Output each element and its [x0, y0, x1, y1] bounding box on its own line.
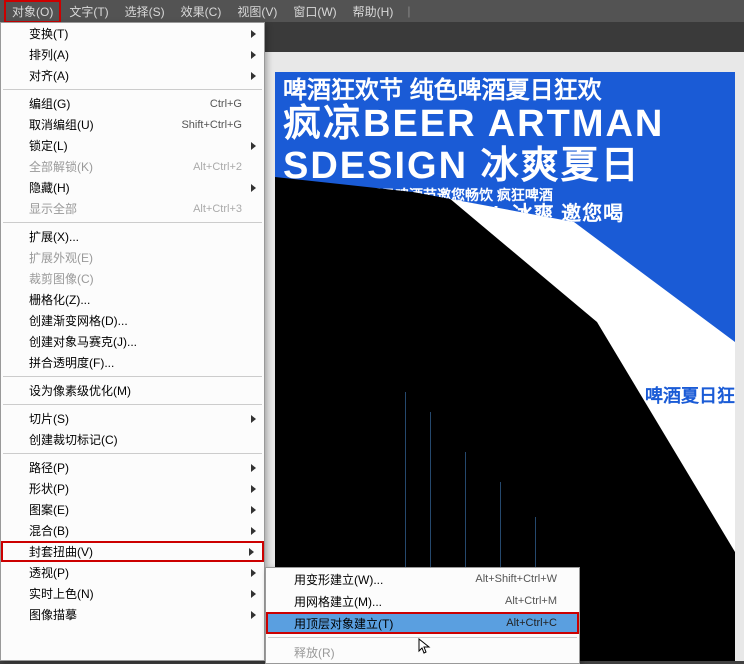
object-menu-dropdown: 变换(T) 排列(A) 对齐(A) 编组(G)Ctrl+G 取消编组(U)Shi…: [0, 22, 265, 661]
menu-hide[interactable]: 隐藏(H): [1, 177, 264, 198]
menu-align[interactable]: 对齐(A): [1, 65, 264, 86]
menu-trim-marks[interactable]: 创建裁切标记(C): [1, 429, 264, 450]
menubar-view[interactable]: 视图(V): [229, 0, 285, 23]
menu-separator: [3, 89, 262, 90]
chevron-right-icon: [251, 590, 256, 598]
menubar: 对象(O) 文字(T) 选择(S) 效果(C) 视图(V) 窗口(W) 帮助(H…: [0, 0, 744, 22]
menubar-window[interactable]: 窗口(W): [285, 0, 344, 23]
menu-rasterize[interactable]: 栅格化(Z)...: [1, 289, 264, 310]
menu-perspective[interactable]: 透视(P): [1, 562, 264, 583]
menu-image-trace[interactable]: 图像描摹: [1, 604, 264, 625]
chevron-right-icon: [251, 415, 256, 423]
menu-separator: [3, 376, 262, 377]
menu-gradient-mesh[interactable]: 创建渐变网格(D)...: [1, 310, 264, 331]
chevron-right-icon: [251, 30, 256, 38]
chevron-right-icon: [251, 506, 256, 514]
chevron-right-icon: [251, 527, 256, 535]
menu-envelope-distort[interactable]: 封套扭曲(V): [1, 541, 264, 562]
menubar-type[interactable]: 文字(T): [61, 0, 116, 23]
menu-path[interactable]: 路径(P): [1, 457, 264, 478]
menu-pixel-perfect[interactable]: 设为像素级优化(M): [1, 380, 264, 401]
chevron-right-icon: [249, 548, 254, 556]
chevron-right-icon: [251, 569, 256, 577]
chevron-right-icon: [251, 142, 256, 150]
menu-transform[interactable]: 变换(T): [1, 23, 264, 44]
chevron-right-icon: [251, 72, 256, 80]
chevron-right-icon: [251, 485, 256, 493]
menu-unlock-all: 全部解锁(K)Alt+Ctrl+2: [1, 156, 264, 177]
menu-group[interactable]: 编组(G)Ctrl+G: [1, 93, 264, 114]
menu-lock[interactable]: 锁定(L): [1, 135, 264, 156]
menubar-object[interactable]: 对象(O): [4, 0, 61, 23]
menu-separator: [3, 222, 262, 223]
menu-shape[interactable]: 形状(P): [1, 478, 264, 499]
submenu-make-with-top-object[interactable]: 用顶层对象建立(T)Alt+Ctrl+C: [266, 612, 579, 634]
art-line-1: 啤酒狂欢节 纯色啤酒夏日狂欢: [283, 78, 727, 104]
chevron-right-icon: [251, 611, 256, 619]
menu-object-mosaic[interactable]: 创建对象马赛克(J)...: [1, 331, 264, 352]
menu-arrange[interactable]: 排列(A): [1, 44, 264, 65]
side-art-vertical: 冰爽啤酒节 CRAZYBEER: [685, 372, 735, 661]
menubar-effect[interactable]: 效果(C): [173, 0, 230, 23]
menu-slice[interactable]: 切片(S): [1, 408, 264, 429]
chevron-right-icon: [251, 184, 256, 192]
chevron-right-icon: [251, 464, 256, 472]
menubar-separator: |: [407, 4, 410, 18]
menu-show-all: 显示全部Alt+Ctrl+3: [1, 198, 264, 219]
menu-separator: [3, 404, 262, 405]
menu-blend[interactable]: 混合(B): [1, 520, 264, 541]
cursor-pointer-icon: [418, 638, 432, 656]
menu-ungroup[interactable]: 取消编组(U)Shift+Ctrl+G: [1, 114, 264, 135]
menu-live-paint[interactable]: 实时上色(N): [1, 583, 264, 604]
menu-pattern[interactable]: 图案(E): [1, 499, 264, 520]
menu-flatten-transparency[interactable]: 拼合透明度(F)...: [1, 352, 264, 373]
menu-crop-image: 裁剪图像(C): [1, 268, 264, 289]
submenu-make-with-mesh[interactable]: 用网格建立(M)...Alt+Ctrl+M: [266, 590, 579, 612]
menu-expand[interactable]: 扩展(X)...: [1, 226, 264, 247]
menubar-help[interactable]: 帮助(H): [345, 0, 402, 23]
menubar-select[interactable]: 选择(S): [117, 0, 173, 23]
menu-expand-appearance: 扩展外观(E): [1, 247, 264, 268]
art-line-2: 疯凉BEER ARTMAN SDESIGN 冰爽夏日: [283, 104, 727, 188]
chevron-right-icon: [251, 51, 256, 59]
menu-separator: [3, 453, 262, 454]
submenu-make-with-warp[interactable]: 用变形建立(W)...Alt+Shift+Ctrl+W: [266, 568, 579, 590]
